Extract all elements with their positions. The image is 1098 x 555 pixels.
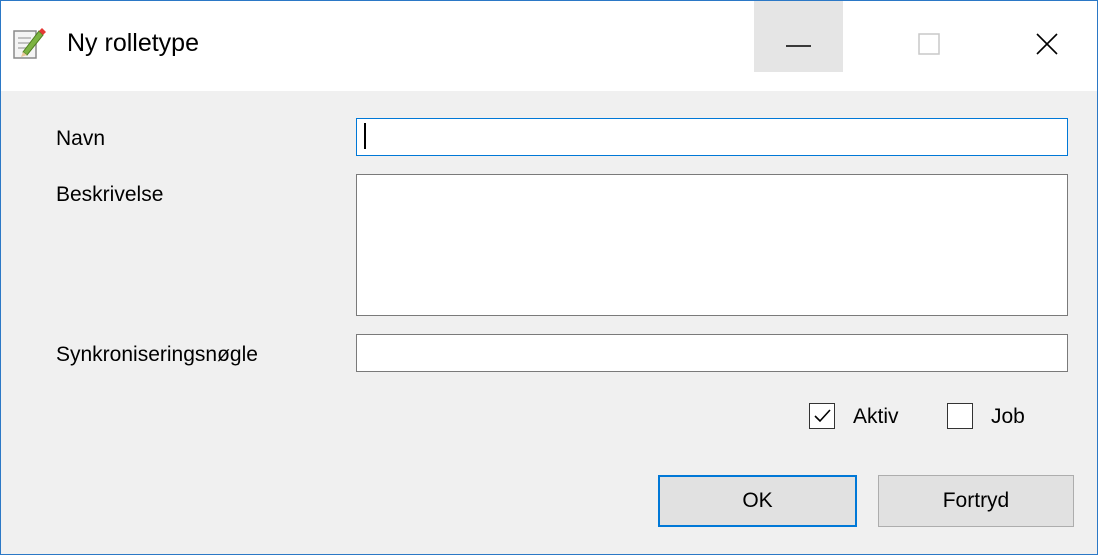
active-label: Aktiv	[853, 405, 899, 428]
description-label: Beskrivelse	[56, 183, 164, 206]
job-label: Job	[991, 405, 1025, 428]
active-checkbox[interactable]	[809, 403, 835, 429]
text-caret	[364, 123, 366, 149]
job-checkbox[interactable]	[947, 403, 973, 429]
maximize-button[interactable]	[887, 1, 976, 72]
edit-document-icon	[11, 25, 47, 61]
window-title: Ny rolletype	[67, 29, 199, 57]
minimize-button[interactable]	[754, 1, 843, 72]
checkmark-icon	[814, 409, 831, 423]
description-field[interactable]	[356, 174, 1068, 316]
ok-button[interactable]: OK	[658, 475, 857, 527]
cancel-button[interactable]: Fortryd	[878, 475, 1074, 527]
close-button[interactable]	[1007, 1, 1096, 72]
name-label: Navn	[56, 127, 106, 150]
sync-key-label: Synkroniseringsnøgle	[56, 343, 258, 366]
dialog-window: Ny rolletype Navn Beskrivelse Synkronise…	[0, 0, 1098, 555]
title-bar[interactable]: Ny rolletype	[1, 1, 1097, 91]
sync-key-field[interactable]	[356, 334, 1068, 372]
name-field[interactable]	[356, 118, 1068, 156]
